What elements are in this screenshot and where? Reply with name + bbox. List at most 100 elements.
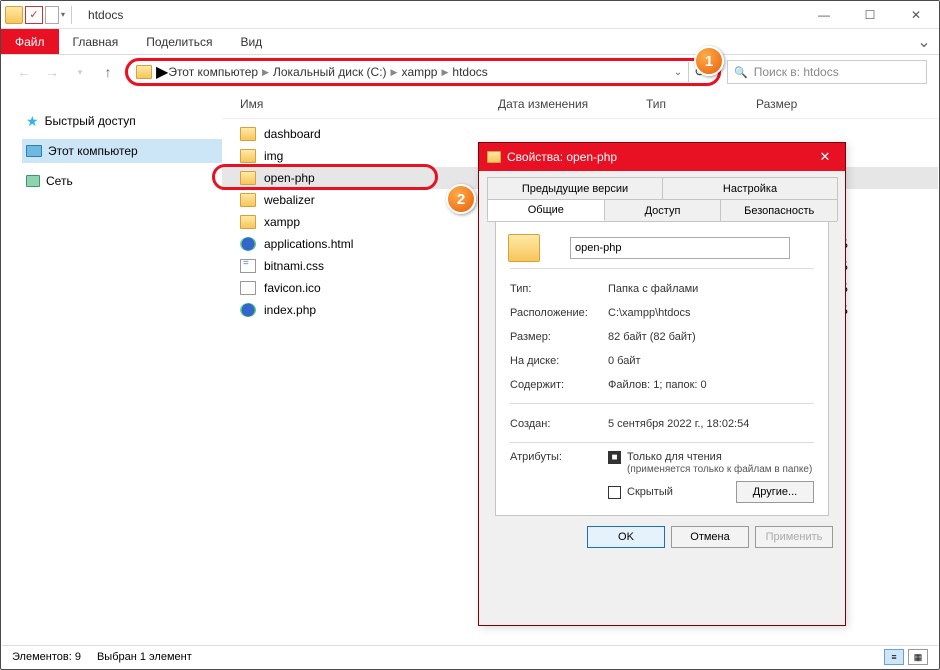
close-button[interactable]: ✕ — [893, 1, 939, 29]
tab-security[interactable]: Безопасность — [720, 199, 838, 221]
file-name: bitnami.css — [264, 259, 324, 273]
search-icon: 🔍 — [734, 66, 748, 79]
value-contains: Файлов: 1; папок: 0 — [608, 379, 814, 391]
sidebar-item-thispc[interactable]: Этот компьютер — [22, 139, 222, 163]
minimize-button[interactable]: — — [801, 1, 847, 29]
search-input[interactable]: 🔍 Поиск в: htdocs — [727, 60, 927, 84]
nav-row: ← → ▾ ↑ ▶ Этот компьютер▶ Локальный диск… — [1, 55, 939, 89]
sidebar-item-network[interactable]: Сеть — [22, 169, 222, 193]
nav-forward-button[interactable]: → — [41, 61, 63, 83]
column-headers: Имя Дата изменения Тип Размер — [222, 89, 938, 119]
cancel-button[interactable]: Отмена — [671, 526, 749, 548]
view-details-button[interactable]: ≡ — [884, 649, 904, 665]
nav-back-button[interactable]: ← — [13, 61, 35, 83]
tab-sharing[interactable]: Доступ — [604, 199, 722, 221]
value-created: 5 сентября 2022 г., 18:02:54 — [608, 418, 814, 430]
qat-newfolder-icon[interactable] — [45, 6, 59, 24]
address-dropdown-icon[interactable]: ⌄ — [670, 67, 686, 78]
file-name: xampp — [264, 215, 300, 229]
file-tab[interactable]: Файл — [1, 29, 59, 54]
sidebar-item-quickaccess[interactable]: ★ Быстрый доступ — [22, 109, 222, 133]
dialog-titlebar[interactable]: Свойства: open-php ✕ — [479, 143, 845, 171]
star-icon: ★ — [26, 113, 39, 130]
folder-icon — [240, 193, 256, 207]
value-size: 82 байт (82 байт) — [608, 331, 814, 343]
nav-history-icon[interactable]: ▾ — [69, 61, 91, 83]
status-selected: Выбран 1 элемент — [97, 651, 192, 663]
nav-up-button[interactable]: ↑ — [97, 61, 119, 83]
chevron-right-icon[interactable]: ▶ — [156, 62, 168, 82]
file-name: webalizer — [264, 193, 315, 207]
label-type: Тип: — [510, 283, 600, 295]
file-name: favicon.ico — [264, 281, 321, 295]
titlebar: ✓ ▾ htdocs — ☐ ✕ — [1, 1, 939, 29]
column-type[interactable]: Тип — [646, 97, 756, 111]
css-icon — [240, 259, 256, 273]
window-title: htdocs — [80, 8, 123, 22]
breadcrumb-segment[interactable]: Этот компьютер — [168, 65, 258, 79]
monitor-icon — [26, 145, 42, 157]
value-location: C:\xampp\htdocs — [608, 307, 814, 319]
breadcrumb-segment[interactable]: xampp — [401, 65, 437, 79]
network-icon — [26, 175, 40, 187]
folder-name-input[interactable] — [570, 237, 790, 259]
folder-icon — [5, 6, 23, 24]
properties-dialog: Свойства: open-php ✕ Предыдущие версии Н… — [478, 142, 846, 626]
tab-general[interactable]: Общие — [487, 199, 605, 221]
ok-button[interactable]: OK — [587, 526, 665, 548]
tab-previous-versions[interactable]: Предыдущие версии — [487, 177, 663, 199]
folder-icon — [240, 149, 256, 163]
breadcrumb-segment[interactable]: Локальный диск (C:) — [273, 65, 387, 79]
callout-badge-1: 1 — [694, 46, 724, 76]
label-readonly: Только для чтения — [627, 451, 722, 463]
other-attributes-button[interactable]: Другие... — [736, 481, 814, 503]
status-count: Элементов: 9 — [12, 651, 81, 663]
status-bar: Элементов: 9 Выбран 1 элемент ≡ ▦ — [2, 645, 938, 668]
search-placeholder: Поиск в: htdocs — [754, 65, 839, 79]
separator — [71, 6, 72, 24]
label-ondisk: На диске: — [510, 355, 600, 367]
ribbon: Файл Главная Поделиться Вид ⌄ — [1, 29, 939, 55]
sidebar-item-label: Сеть — [46, 174, 73, 188]
breadcrumb-segment[interactable]: htdocs — [452, 65, 487, 79]
label-contains: Содержит: — [510, 379, 600, 391]
edge-icon — [240, 237, 256, 251]
folder-icon — [508, 234, 540, 262]
checkbox-hidden[interactable] — [608, 486, 621, 499]
folder-icon — [240, 171, 256, 185]
qat-dropdown-icon[interactable]: ▾ — [61, 10, 65, 19]
label-location: Расположение: — [510, 307, 600, 319]
dialog-close-button[interactable]: ✕ — [805, 143, 845, 171]
column-name[interactable]: Имя — [240, 97, 498, 111]
address-bar[interactable]: ▶ Этот компьютер▶ Локальный диск (C:)▶ x… — [125, 58, 721, 86]
file-name: dashboard — [264, 127, 321, 141]
ribbon-expand-icon[interactable]: ⌄ — [909, 29, 939, 54]
tab-customize[interactable]: Настройка — [662, 177, 838, 199]
column-size[interactable]: Размер — [756, 97, 836, 111]
qat-properties-icon[interactable]: ✓ — [25, 6, 43, 24]
tab-home[interactable]: Главная — [59, 29, 133, 54]
apply-button[interactable]: Применить — [755, 526, 833, 548]
note-readonly: (применяется только к файлам в папке) — [627, 464, 812, 475]
file-name: index.php — [264, 303, 316, 317]
column-date[interactable]: Дата изменения — [498, 97, 646, 111]
breadcrumb: Этот компьютер▶ Локальный диск (C:)▶ xam… — [168, 65, 669, 79]
edge-icon — [240, 303, 256, 317]
folder-icon — [136, 65, 152, 79]
view-icons-button[interactable]: ▦ — [908, 649, 928, 665]
file-name: applications.html — [264, 237, 353, 251]
folder-icon — [487, 151, 501, 163]
sidebar-item-label: Этот компьютер — [48, 144, 138, 158]
ico-icon — [240, 281, 256, 295]
maximize-button[interactable]: ☐ — [847, 1, 893, 29]
file-name: img — [264, 149, 283, 163]
folder-icon — [240, 127, 256, 141]
tab-view[interactable]: Вид — [226, 29, 276, 54]
value-ondisk: 0 байт — [608, 355, 814, 367]
callout-badge-2: 2 — [446, 184, 476, 214]
label-hidden: Скрытый — [627, 486, 673, 498]
value-type: Папка с файлами — [608, 283, 814, 295]
folder-icon — [240, 215, 256, 229]
checkbox-readonly[interactable]: ■ — [608, 451, 621, 464]
tab-share[interactable]: Поделиться — [132, 29, 226, 54]
